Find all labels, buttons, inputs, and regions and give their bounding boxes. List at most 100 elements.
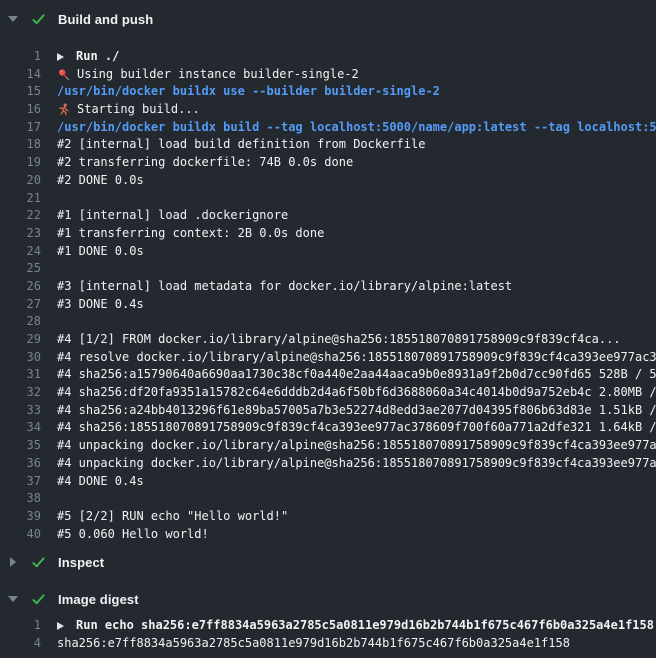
- log-line: 35 #4 unpacking docker.io/library/alpine@…: [0, 437, 656, 455]
- line-number[interactable]: 22: [0, 207, 41, 225]
- log-line: 25: [0, 260, 656, 278]
- line-number[interactable]: 17: [0, 119, 41, 137]
- log-line: 24 #1 DONE 0.0s: [0, 243, 656, 261]
- log-line: 23 #1 transferring context: 2B 0.0s done: [0, 225, 656, 243]
- line-number[interactable]: 25: [0, 260, 41, 278]
- log-text: #1 [internal] load .dockerignore: [57, 207, 288, 225]
- line-number[interactable]: 34: [0, 419, 41, 437]
- log-line: 31 #4 sha256:a15790640a6690aa1730c38cf0a4…: [0, 366, 656, 384]
- log-text: #5 [2/2] RUN echo "Hello world!": [57, 508, 288, 526]
- log-line: 1 Run ./: [0, 48, 656, 66]
- log-line: 40 #5 0.060 Hello world!: [0, 526, 656, 544]
- line-number[interactable]: 4: [0, 635, 41, 653]
- line-number[interactable]: 36: [0, 455, 41, 473]
- log-text: #4 unpacking docker.io/library/alpine@sh…: [57, 437, 656, 455]
- log-text: #4 sha256:a15790640a6690aa1730c38cf0a440…: [57, 366, 656, 384]
- log-text: /usr/bin/docker buildx use --builder bui…: [57, 83, 440, 101]
- log-line: 16 Starting build...: [0, 101, 656, 119]
- runner-icon: [57, 103, 70, 116]
- line-number[interactable]: 27: [0, 296, 41, 314]
- log-text: #3 DONE 0.4s: [57, 296, 144, 314]
- log-line: 29 #4 [1/2] FROM docker.io/library/alpine…: [0, 331, 656, 349]
- line-number[interactable]: 31: [0, 366, 41, 384]
- log-line: 39 #5 [2/2] RUN echo "Hello world!": [0, 508, 656, 526]
- log-line: 18#2 [internal] load build definition fr…: [0, 136, 656, 154]
- log-text: Using builder instance builder-single-2: [57, 66, 359, 84]
- log-line: 27 #3 DONE 0.4s: [0, 296, 656, 314]
- chevron-right-icon[interactable]: [8, 557, 18, 567]
- line-number[interactable]: 15: [0, 83, 41, 101]
- line-number[interactable]: 20: [0, 172, 41, 190]
- line-number[interactable]: 38: [0, 490, 41, 508]
- line-number[interactable]: 14: [0, 66, 41, 84]
- section-image-digest: Image digest 1 Run echo sha256:e7ff8834a5…: [0, 590, 656, 652]
- line-number[interactable]: 37: [0, 473, 41, 491]
- log-line: 17/usr/bin/docker buildx build --tag loc…: [0, 119, 656, 137]
- log-line: 21: [0, 190, 656, 208]
- log-line: 15/usr/bin/docker buildx use --builder b…: [0, 83, 656, 101]
- log-text: sha256:e7ff8834a5963a2785c5a0811e979d16b…: [57, 635, 570, 653]
- chevron-down-icon[interactable]: [8, 16, 18, 22]
- log-line: 19#2 transferring dockerfile: 74B 0.0s d…: [0, 154, 656, 172]
- log-text: Run echo sha256:e7ff8834a5963a2785c5a081…: [57, 617, 654, 635]
- section-header-image-digest[interactable]: Image digest: [0, 590, 656, 608]
- log-text: Run ./: [57, 48, 119, 66]
- log-line: 26 #3 [internal] load metadata for docker…: [0, 278, 656, 296]
- section-header-inspect[interactable]: Inspect: [0, 553, 656, 571]
- line-number[interactable]: 30: [0, 349, 41, 367]
- log-text: #4 [1/2] FROM docker.io/library/alpine@s…: [57, 331, 621, 349]
- log-text: #1 DONE 0.0s: [57, 243, 144, 261]
- line-number[interactable]: 32: [0, 384, 41, 402]
- line-number[interactable]: 16: [0, 101, 41, 119]
- line-number[interactable]: 1: [0, 617, 41, 635]
- section-build-and-push: Build and push 1 Run ./ 14 Using builder in…: [0, 10, 656, 544]
- log-line: 4 sha256:e7ff8834a5963a2785c5a0811e979d16…: [0, 635, 656, 653]
- check-success-icon: [31, 12, 46, 27]
- log-line: 38: [0, 490, 656, 508]
- check-success-icon: [31, 555, 46, 570]
- line-number[interactable]: 24: [0, 243, 41, 261]
- expand-triangle-icon[interactable]: [57, 53, 64, 61]
- log-text: #5 0.060 Hello world!: [57, 526, 209, 544]
- chevron-down-icon[interactable]: [8, 596, 18, 602]
- line-number[interactable]: 18: [0, 136, 41, 154]
- line-number[interactable]: 23: [0, 225, 41, 243]
- log-line: 37#4 DONE 0.4s: [0, 473, 656, 491]
- log-text: #4 unpacking docker.io/library/alpine@sh…: [57, 455, 656, 473]
- line-number[interactable]: 40: [0, 526, 41, 544]
- log-text: #4 sha256:a24bb4013296f61e89ba57005a7b3e…: [57, 402, 656, 420]
- section-title: Build and push: [58, 12, 153, 27]
- log-lines-image-digest: 1 Run echo sha256:e7ff8834a5963a2785c5a08…: [0, 617, 656, 652]
- line-number[interactable]: 39: [0, 508, 41, 526]
- line-number[interactable]: 21: [0, 190, 41, 208]
- expand-triangle-icon[interactable]: [57, 622, 64, 630]
- line-number[interactable]: 35: [0, 437, 41, 455]
- line-number[interactable]: 26: [0, 278, 41, 296]
- log-line: 32 #4 sha256:df20fa9351a15782c64e6dddb2d4…: [0, 384, 656, 402]
- line-number[interactable]: 33: [0, 402, 41, 420]
- log-text: #2 DONE 0.0s: [57, 172, 144, 190]
- log-line: 34 #4 sha256:185518070891758909c9f839cf4c…: [0, 419, 656, 437]
- section-title: Inspect: [58, 555, 104, 570]
- log-text: #3 [internal] load metadata for docker.i…: [57, 278, 512, 296]
- log-text: #4 sha256:185518070891758909c9f839cf4ca3…: [57, 419, 656, 437]
- log-text: #1 transferring context: 2B 0.0s done: [57, 225, 324, 243]
- log-text: Starting build...: [57, 101, 200, 119]
- log-lines-build-and-push: 1 Run ./ 14 Using builder instance builder-…: [0, 48, 656, 544]
- log-line: 30 #4 resolve docker.io/library/alpine@sh…: [0, 349, 656, 367]
- log-line: 1 Run echo sha256:e7ff8834a5963a2785c5a08…: [0, 617, 656, 635]
- log-line: 33 #4 sha256:a24bb4013296f61e89ba57005a7b…: [0, 402, 656, 420]
- section-header-build-and-push[interactable]: Build and push: [0, 10, 656, 28]
- log-text: #4 sha256:df20fa9351a15782c64e6dddb2d4a6…: [57, 384, 656, 402]
- log-line: 28: [0, 313, 656, 331]
- log-text: /usr/bin/docker buildx build --tag local…: [57, 119, 656, 137]
- line-number[interactable]: 29: [0, 331, 41, 349]
- log-line: 14 Using builder instance builder-single-…: [0, 66, 656, 84]
- section-title: Image digest: [58, 592, 139, 607]
- line-number[interactable]: 1: [0, 48, 41, 66]
- log-line: 36 #4 unpacking docker.io/library/alpine@…: [0, 455, 656, 473]
- line-number[interactable]: 28: [0, 313, 41, 331]
- log-text: #4 resolve docker.io/library/alpine@sha2…: [57, 349, 656, 367]
- line-number[interactable]: 19: [0, 154, 41, 172]
- log-line: 22 #1 [internal] load .dockerignore: [0, 207, 656, 225]
